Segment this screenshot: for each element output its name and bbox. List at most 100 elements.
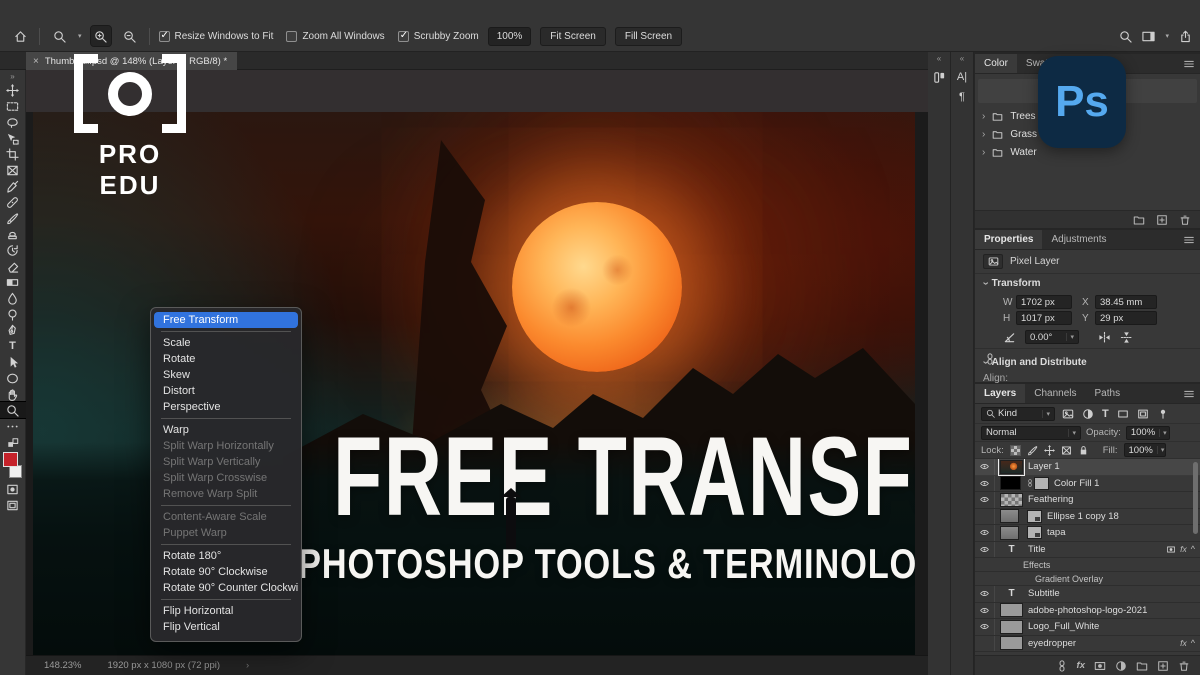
layer-row[interactable]: Gradient Overlay: [975, 572, 1200, 586]
layer-name[interactable]: Logo_Full_White: [1028, 621, 1195, 632]
rotation-angle-field[interactable]: 0.00°▾: [1025, 330, 1079, 344]
menu-item[interactable]: Scale: [154, 335, 298, 351]
tab-color[interactable]: Color: [975, 54, 1017, 73]
layer-thumbnail[interactable]: [1000, 620, 1023, 634]
menu-item[interactable]: [161, 418, 291, 419]
panel-menu-icon[interactable]: [1183, 58, 1195, 70]
new-adjustment-layer-icon[interactable]: [1115, 660, 1127, 672]
layer-thumbnail[interactable]: [1000, 509, 1019, 523]
visibility-toggle[interactable]: [975, 476, 995, 492]
layer-thumbnail[interactable]: [1000, 526, 1019, 540]
layer-thumbnail[interactable]: [1000, 636, 1023, 650]
blur-tool[interactable]: [0, 290, 26, 306]
menu-item[interactable]: Distort: [154, 383, 298, 399]
layer-mask-thumbnail[interactable]: [1034, 477, 1049, 490]
layer-thumbnail[interactable]: [1000, 476, 1021, 490]
layer-thumbnail[interactable]: [1000, 493, 1023, 507]
brushes-panel-icon[interactable]: [933, 71, 946, 84]
layer-name[interactable]: Subtitle: [1028, 588, 1195, 599]
filter-pixel-layers-icon[interactable]: [1062, 408, 1074, 420]
filter-adjustment-layers-icon[interactable]: [1082, 408, 1094, 420]
layer-row[interactable]: Ellipse 1 copy 18: [975, 509, 1200, 526]
fill-screen-button[interactable]: Fill Screen: [615, 27, 682, 46]
layer-row[interactable]: Effects: [975, 558, 1200, 572]
menu-item[interactable]: Remove Warp Split: [154, 486, 298, 502]
layer-row[interactable]: Subtitle: [975, 586, 1200, 603]
menu-item[interactable]: Rotate: [154, 351, 298, 367]
checkbox[interactable]: [159, 31, 170, 42]
lock-artboard-icon[interactable]: [1061, 445, 1072, 456]
frame-tool[interactable]: [0, 162, 26, 178]
screen-mode-button[interactable]: [0, 497, 26, 513]
eyedropper-tool[interactable]: [0, 178, 26, 194]
status-chevron-icon[interactable]: ›: [246, 660, 249, 671]
link-dimensions-icon[interactable]: [984, 345, 996, 373]
menu-item[interactable]: [161, 544, 291, 545]
path-selection-tool[interactable]: [0, 354, 26, 370]
layer-row[interactable]: tapa: [975, 525, 1200, 542]
healing-brush-tool[interactable]: [0, 194, 26, 210]
close-tab-icon[interactable]: ×: [33, 56, 39, 67]
delete-icon[interactable]: [1179, 214, 1191, 226]
expand-group-icon[interactable]: ›: [982, 147, 985, 158]
chevron-down-icon[interactable]: ▾: [1165, 32, 1169, 40]
eraser-tool[interactable]: [0, 258, 26, 274]
new-layer-icon[interactable]: [1156, 214, 1168, 226]
tab-properties[interactable]: Properties: [975, 230, 1042, 249]
menu-item[interactable]: Split Warp Horizontally: [154, 438, 298, 454]
expand-group-icon[interactable]: ›: [982, 129, 985, 140]
move-tool[interactable]: [0, 82, 26, 98]
layer-mask-thumbnail[interactable]: [1027, 526, 1042, 539]
layer-name[interactable]: Title: [1028, 544, 1166, 555]
layer-row[interactable]: Color Fill 1: [975, 476, 1200, 493]
ellipse-tool[interactable]: [0, 370, 26, 386]
share-icon[interactable]: [1179, 30, 1192, 43]
menu-item[interactable]: Split Warp Vertically: [154, 454, 298, 470]
tab-channels[interactable]: Channels: [1025, 384, 1085, 403]
object-selection-tool[interactable]: [0, 130, 26, 146]
layer-row[interactable]: eyedropper: [975, 636, 1200, 653]
layer-row[interactable]: adobe-photoshop-logo-2021: [975, 603, 1200, 620]
marquee-tool[interactable]: [0, 98, 26, 114]
expand-panels-icon[interactable]: «: [937, 54, 941, 63]
options-checkbox[interactable]: Scrubby Zoom: [398, 31, 479, 42]
tab-layers[interactable]: Layers: [975, 384, 1025, 403]
menu-item[interactable]: Flip Vertical: [154, 619, 298, 635]
visibility-toggle[interactable]: [975, 572, 995, 585]
collapse-toolbar-icon[interactable]: »: [10, 72, 14, 82]
layer-name[interactable]: Gradient Overlay: [995, 574, 1195, 584]
zoom-out-button[interactable]: [120, 26, 140, 46]
zoom-in-button[interactable]: [91, 26, 111, 46]
layer-thumbnail[interactable]: [1000, 460, 1023, 474]
layer-name[interactable]: adobe-photoshop-logo-2021: [1028, 605, 1195, 616]
layer-name[interactable]: Color Fill 1: [1054, 478, 1195, 489]
link-layers-icon[interactable]: [1056, 660, 1068, 672]
filter-type-layers-icon[interactable]: T: [1102, 408, 1109, 420]
layer-row[interactable]: Layer 1: [975, 459, 1200, 476]
checkbox[interactable]: [286, 31, 297, 42]
visibility-toggle[interactable]: [975, 509, 995, 525]
layer-name[interactable]: Feathering: [1028, 494, 1195, 505]
menu-item[interactable]: Rotate 90° Counter Clockwise: [154, 580, 298, 596]
opacity-field[interactable]: 100%▾: [1126, 426, 1170, 440]
type-tool[interactable]: T: [0, 338, 26, 354]
blend-mode-dropdown[interactable]: Normal▾: [981, 426, 1081, 440]
scrollbar-thumb[interactable]: [1193, 462, 1198, 534]
brush-tool[interactable]: [0, 210, 26, 226]
layer-name[interactable]: tapa: [1047, 527, 1195, 538]
menu-item[interactable]: [161, 599, 291, 600]
visibility-toggle[interactable]: [975, 492, 995, 508]
visibility-toggle[interactable]: [975, 603, 995, 619]
crop-tool[interactable]: [0, 146, 26, 162]
new-group-icon[interactable]: [1136, 660, 1148, 672]
flip-vertical-icon[interactable]: [1120, 331, 1133, 344]
menu-item[interactable]: Flip Horizontal: [154, 603, 298, 619]
zoom-percent-field[interactable]: 100%: [488, 27, 532, 46]
expand-group-icon[interactable]: ›: [982, 111, 985, 122]
lock-transparent-pixels-icon[interactable]: [1010, 445, 1021, 456]
x-field[interactable]: 38.45 mm: [1095, 295, 1157, 309]
menu-item[interactable]: Free Transform: [154, 312, 298, 328]
menu-item[interactable]: Split Warp Crosswise: [154, 470, 298, 486]
clone-stamp-tool[interactable]: [0, 226, 26, 242]
menu-item[interactable]: [161, 331, 291, 332]
